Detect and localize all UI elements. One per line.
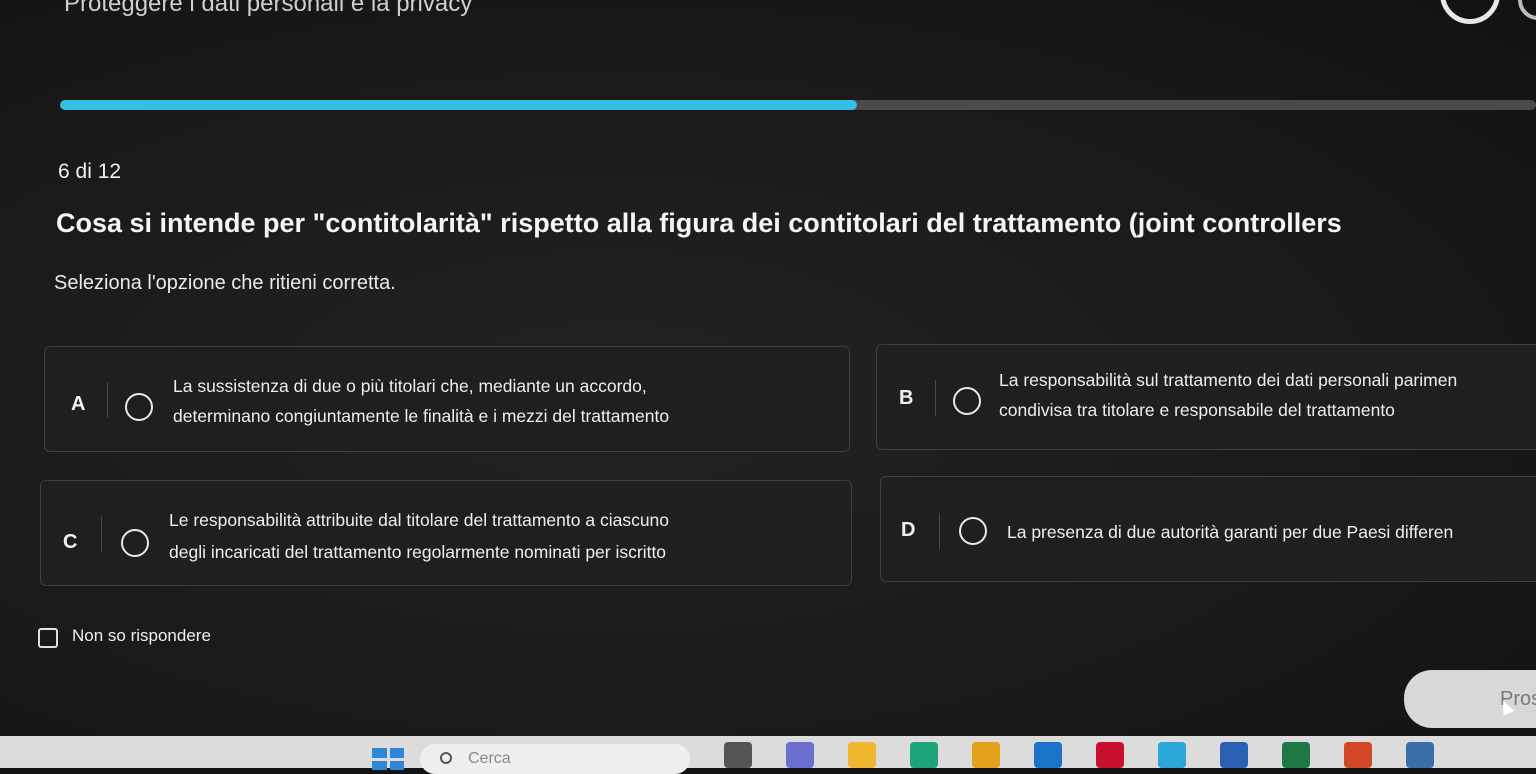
progress-fill xyxy=(60,100,858,110)
option-text-line1: Le responsabilità attribuite dal titolar… xyxy=(169,510,670,530)
chrome-icon[interactable] xyxy=(972,742,1000,768)
taskbar-search-box[interactable]: Cerca xyxy=(420,744,690,774)
option-text-line1: La responsabilità sul trattamento dei da… xyxy=(999,370,1458,390)
next-button[interactable]: Pros xyxy=(1404,670,1536,728)
option-letter: B xyxy=(899,387,914,409)
timer-secondary-icon xyxy=(1518,0,1536,20)
option-letter: A xyxy=(71,393,86,415)
edge-icon[interactable] xyxy=(910,742,938,768)
dont-know-label: Non so rispondere xyxy=(72,626,211,645)
radio-button[interactable] xyxy=(959,517,987,545)
mcafee-icon[interactable] xyxy=(1096,742,1124,768)
file-explorer-icon[interactable] xyxy=(848,742,876,768)
outlook-icon[interactable] xyxy=(1034,742,1062,768)
option-text-line2: condivisa tra titolare e responsabile de… xyxy=(999,400,1395,420)
word-icon[interactable] xyxy=(1220,742,1248,768)
option-text-line2: degli incaricati del trattamento regolar… xyxy=(169,542,667,562)
radio-button[interactable] xyxy=(121,529,149,557)
answer-option-b[interactable]: B La responsabilità sul trattamento dei … xyxy=(876,344,1536,450)
answer-option-a[interactable]: A La sussistenza di due o più titolari c… xyxy=(44,346,850,452)
calculator-icon[interactable] xyxy=(1406,742,1434,768)
search-icon xyxy=(440,752,452,764)
windows-start-icon[interactable] xyxy=(372,748,404,770)
option-divider xyxy=(107,382,108,418)
taskbar-search-placeholder: Cerca xyxy=(468,750,511,767)
option-text-line1: La presenza di due autorità garanti per … xyxy=(1007,522,1454,542)
option-letter: C xyxy=(63,531,78,553)
dont-know-checkbox[interactable] xyxy=(38,628,58,648)
excel-icon[interactable] xyxy=(1282,742,1310,768)
powerpoint-icon[interactable] xyxy=(1344,742,1372,768)
quiz-app: Proteggere i dati personali e la privacy… xyxy=(0,0,1536,736)
question-text: Cosa si intende per "contitolarità" risp… xyxy=(56,208,1342,238)
app-icon[interactable] xyxy=(1158,742,1186,768)
option-divider xyxy=(101,516,102,552)
option-divider xyxy=(939,513,940,549)
radio-button[interactable] xyxy=(953,387,981,415)
option-text-line1: La sussistenza di due o più titolari che… xyxy=(173,376,647,396)
instruction-text: Seleziona l'opzione che ritieni corretta… xyxy=(54,272,396,294)
question-counter: 6 di 12 xyxy=(58,160,122,183)
windows-taskbar: Cerca xyxy=(0,736,1536,774)
answer-option-c[interactable]: C Le responsabilità attribuite dal titol… xyxy=(40,480,852,586)
option-divider xyxy=(935,380,936,416)
task-view-icon[interactable] xyxy=(724,742,752,768)
answer-option-d[interactable]: D La presenza di due autorità garanti pe… xyxy=(880,476,1536,582)
quiz-progress-bar xyxy=(60,100,1536,110)
teams-icon[interactable] xyxy=(786,742,814,768)
option-text-line2: determinano congiuntamente le finalità e… xyxy=(173,406,670,426)
timer-ring-icon xyxy=(1440,0,1500,24)
course-title: Proteggere i dati personali e la privacy xyxy=(64,0,473,17)
option-letter: D xyxy=(901,519,916,541)
radio-button[interactable] xyxy=(125,393,153,421)
